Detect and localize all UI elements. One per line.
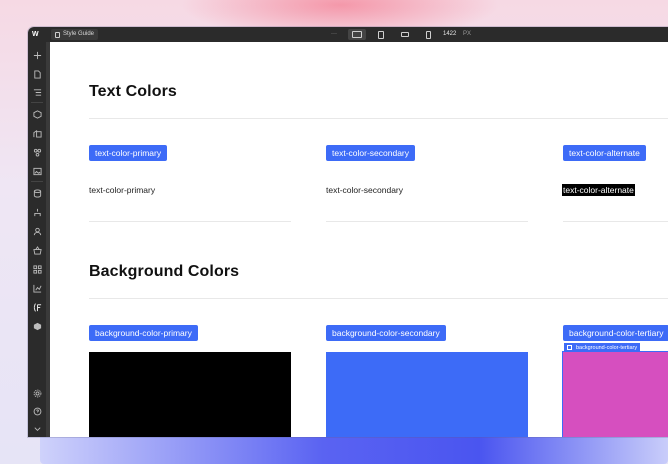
breakpoint-tablet-button[interactable] — [372, 29, 390, 40]
mobile-landscape-icon — [401, 32, 409, 37]
fonts-icon[interactable] — [32, 302, 42, 312]
page-name: Style Guide — [63, 31, 95, 37]
column-divider — [563, 221, 668, 222]
cms-icon[interactable] — [32, 188, 42, 198]
assets-icon[interactable] — [32, 166, 42, 176]
settings-icon[interactable] — [32, 388, 42, 398]
class-tag-text-color-secondary[interactable]: text-color-secondary — [326, 145, 416, 161]
text-colors-heading: Text Colors — [89, 83, 177, 100]
text-sample-alternate[interactable]: text-color-alternate — [562, 184, 635, 196]
users-icon[interactable] — [32, 226, 42, 236]
help-icon[interactable] — [32, 406, 42, 416]
text-sample-secondary[interactable]: text-color-secondary — [326, 185, 403, 195]
class-tag-background-color-tertiary[interactable]: background-color-tertiary — [563, 325, 668, 341]
tablet-icon — [378, 30, 384, 39]
swatch-background-primary[interactable] — [89, 352, 291, 437]
swatch-background-secondary[interactable] — [326, 352, 528, 437]
mobile-portrait-icon — [425, 30, 431, 39]
libraries-icon[interactable] — [32, 128, 42, 138]
div-block-icon — [567, 345, 572, 350]
section-divider — [89, 118, 668, 119]
interactions-icon[interactable] — [32, 321, 42, 331]
class-tag-background-color-secondary[interactable]: background-color-secondary — [326, 325, 446, 341]
text-sample-primary[interactable]: text-color-primary — [89, 185, 155, 195]
analytics-icon[interactable] — [32, 283, 42, 293]
add-icon[interactable] — [32, 50, 42, 60]
breakpoint-desktop-button[interactable] — [348, 29, 366, 40]
column-divider — [326, 221, 528, 222]
designer-window: W Style Guide ··· 1422 PX Text Colors te… — [28, 27, 668, 437]
section-divider — [89, 298, 668, 299]
ecommerce-icon[interactable] — [32, 245, 42, 255]
top-toolbar: W Style Guide ··· 1422 PX — [28, 27, 668, 42]
breakpoint-mobile-landscape-button[interactable] — [396, 29, 414, 40]
background-colors-heading: Background Colors — [89, 263, 240, 280]
collapse-icon[interactable] — [32, 424, 42, 434]
page-icon — [55, 31, 60, 38]
selection-outline — [562, 351, 668, 437]
canvas-width-value[interactable]: 1422 — [443, 29, 456, 40]
navigator-icon[interactable] — [32, 87, 42, 97]
webflow-logo-icon[interactable]: W — [32, 30, 42, 39]
design-canvas[interactable]: Text Colors text-color-primary text-colo… — [50, 42, 668, 437]
pages-icon[interactable] — [32, 69, 42, 79]
variables-icon[interactable] — [32, 147, 42, 157]
class-tag-text-color-primary[interactable]: text-color-primary — [89, 145, 168, 161]
page-selector[interactable]: Style Guide — [51, 29, 99, 40]
desktop-star-icon — [352, 31, 362, 38]
sidebar-divider — [31, 181, 43, 182]
left-sidebar — [28, 42, 46, 437]
logic-icon[interactable] — [32, 207, 42, 217]
components-icon[interactable] — [32, 109, 42, 119]
canvas-width-unit: PX — [463, 31, 472, 37]
breakpoint-mobile-portrait-button[interactable] — [419, 29, 437, 40]
class-tag-background-color-primary[interactable]: background-color-primary — [89, 325, 198, 341]
class-tag-text-color-alternate[interactable]: text-color-alternate — [563, 145, 646, 161]
apps-icon[interactable] — [32, 264, 42, 274]
more-breakpoints-button[interactable]: ··· — [331, 29, 337, 40]
column-divider — [89, 221, 291, 222]
sidebar-divider — [31, 102, 43, 103]
